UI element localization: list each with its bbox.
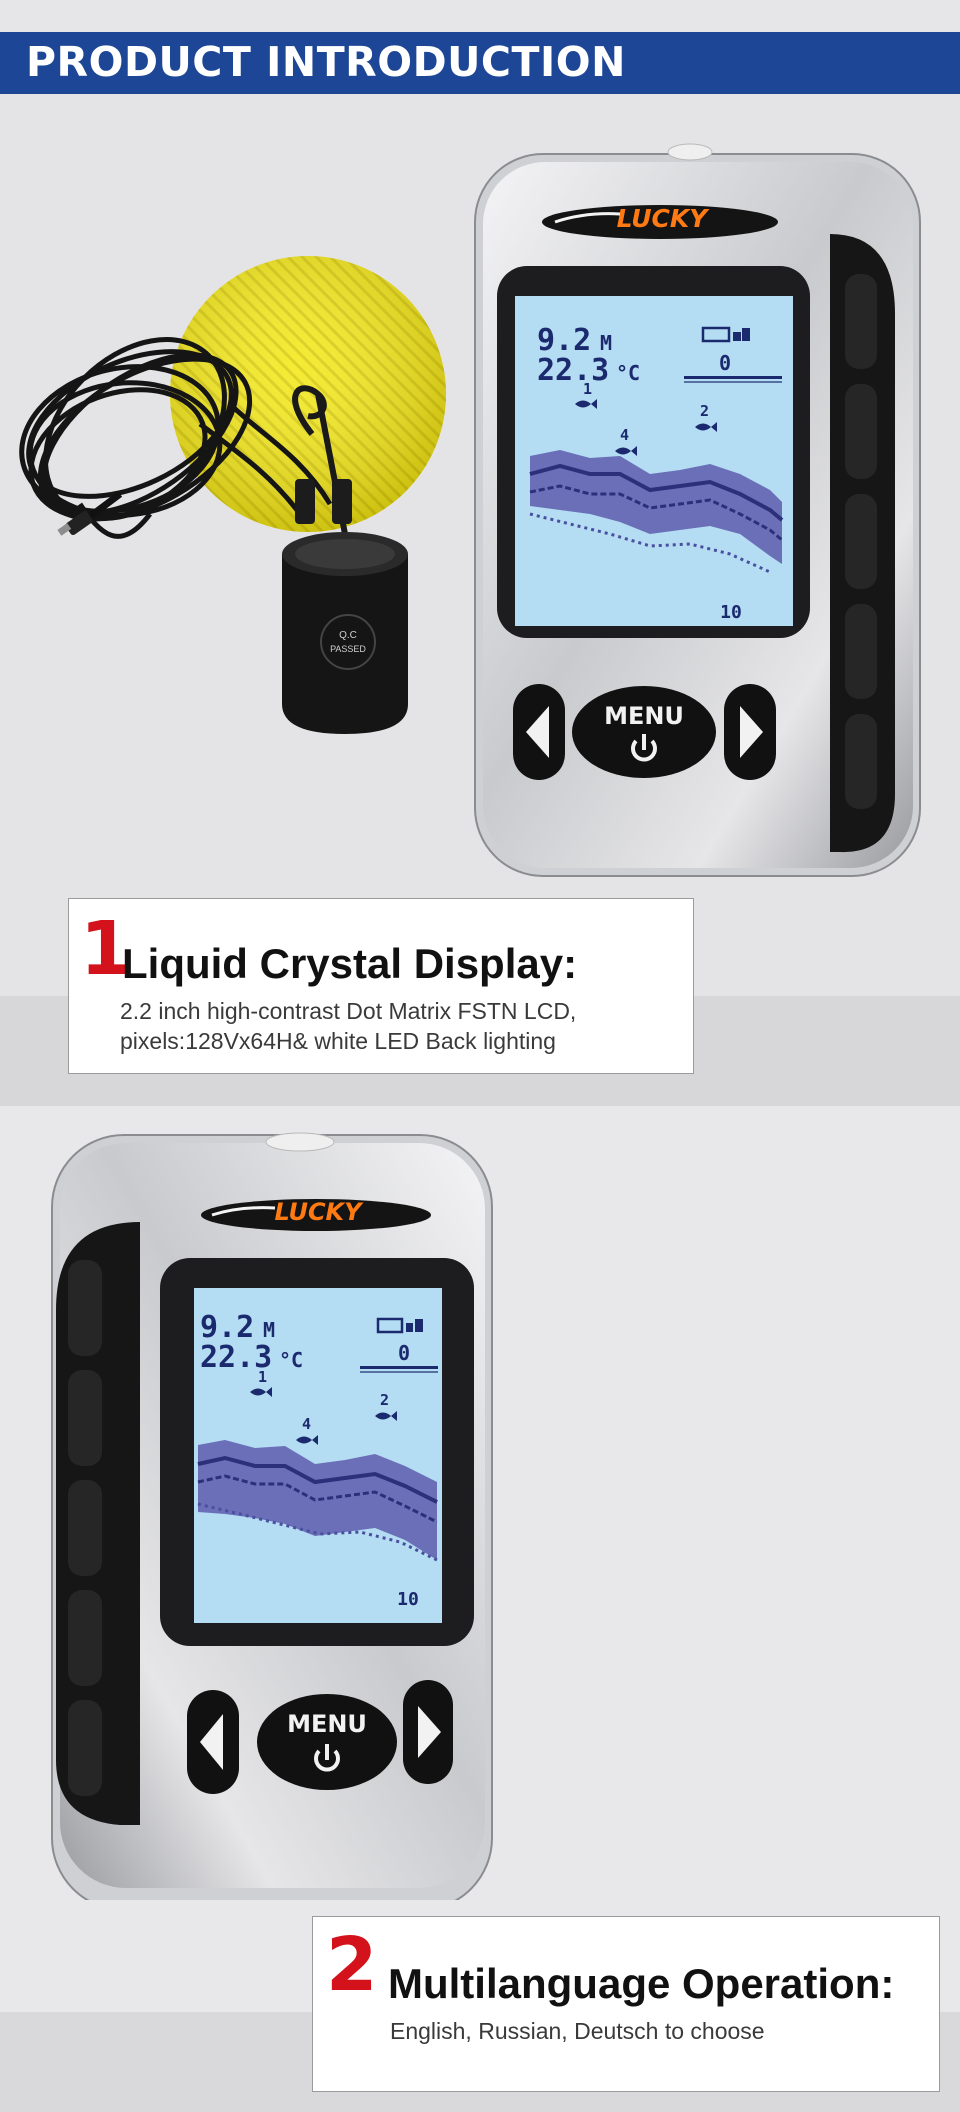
fish-depth-label: 1 [258, 1368, 267, 1386]
right-button[interactable] [403, 1680, 453, 1784]
passed-text: PASSED [330, 644, 366, 654]
lcd-depth-unit: M [263, 1318, 275, 1342]
fish-depth-label: 4 [620, 426, 629, 444]
menu-label: MENU [287, 1710, 367, 1738]
product-photo-1: Q.C PASSED LUCKY 9.2 M 22.3 °C 0 1 2 4 1… [19, 143, 921, 877]
qc-text: Q.C [339, 630, 357, 641]
feature-title: Multilanguage Operation: [388, 1960, 895, 2007]
brand-logo: LUCKY [617, 204, 711, 233]
lcd-depth-unit: M [600, 331, 612, 355]
left-button[interactable] [187, 1690, 239, 1794]
menu-button[interactable]: MENU [572, 686, 716, 778]
left-button[interactable] [513, 684, 565, 780]
feature-number: 2 [326, 1922, 378, 2008]
lcd-scale-bottom: 10 [720, 602, 742, 623]
fish-depth-label: 4 [302, 1415, 311, 1433]
feature-description: pixels:128Vx64H& white LED Back lighting [120, 1028, 556, 1054]
lcd-temp-unit: °C [279, 1348, 303, 1372]
lcd-temp-unit: °C [616, 361, 640, 385]
menu-label: MENU [604, 702, 684, 730]
page-title: PRODUCT INTRODUCTION [26, 38, 626, 86]
fish-depth-label: 2 [700, 402, 709, 420]
lcd-temperature: 22.3 [537, 353, 609, 388]
feature-description: 2.2 inch high-contrast Dot Matrix FSTN L… [120, 998, 577, 1024]
fish-depth-label: 2 [380, 1391, 389, 1409]
menu-button[interactable]: MENU [257, 1694, 397, 1790]
lcd-scale-top: 0 [398, 1341, 410, 1365]
lcd-scale-bottom: 10 [397, 1589, 419, 1610]
transducer-sensor: Q.C PASSED [282, 479, 408, 734]
brand-logo: LUCKY [274, 1198, 364, 1226]
fish-depth-label: 1 [583, 380, 592, 398]
feature-description: English, Russian, Deutsch to choose [390, 2018, 765, 2044]
product-photo-2: LUCKY 9.2 M 22.3 °C 0 1 2 4 6 1 [51, 1132, 493, 1900]
right-button[interactable] [724, 684, 776, 780]
lcd-scale-top: 0 [719, 351, 731, 375]
feature-title: Liquid Crystal Display: [122, 940, 578, 987]
